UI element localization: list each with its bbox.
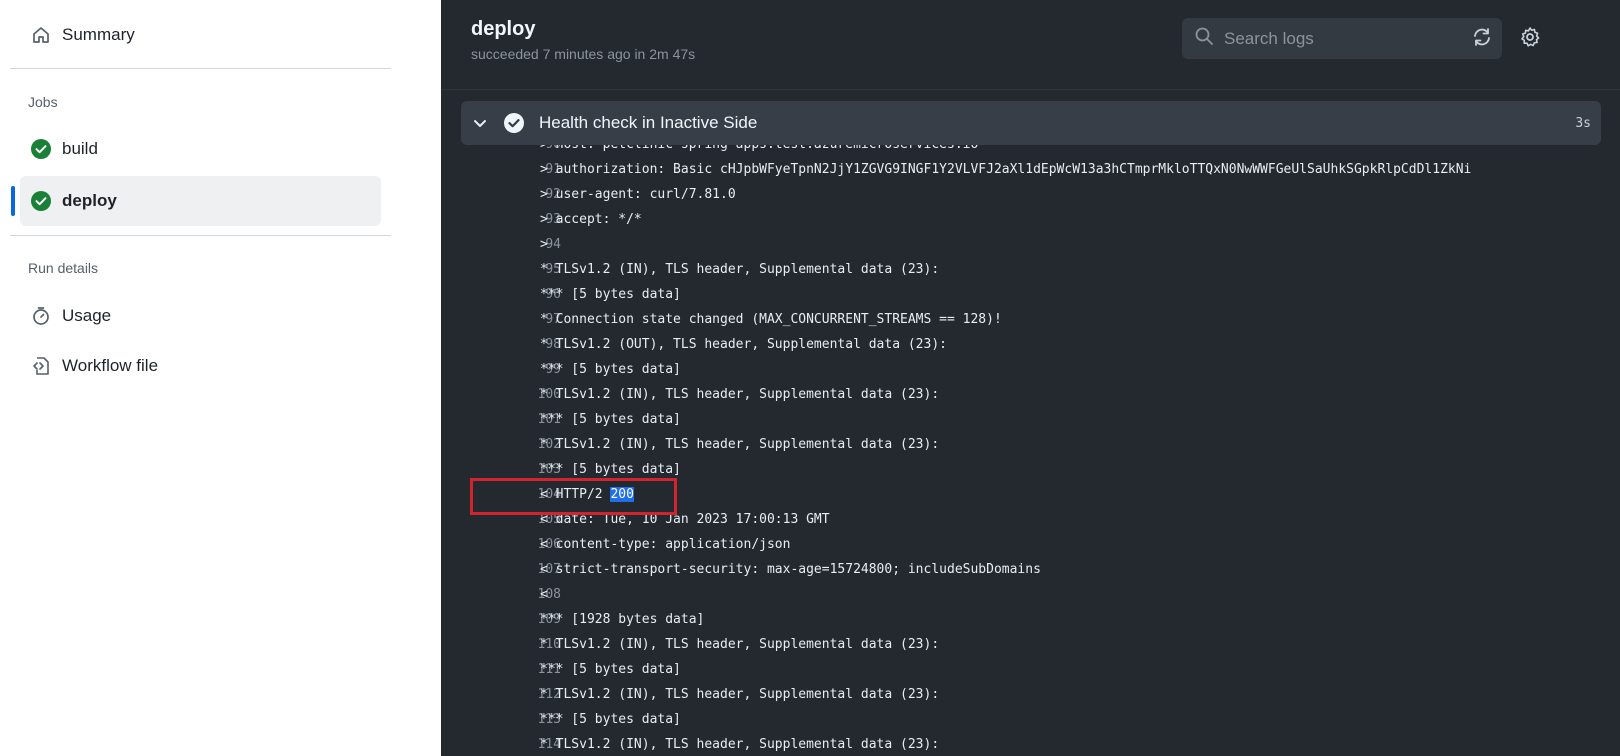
log-line: 99 *** [5 bytes data] [441,357,1620,382]
job-status-subtitle: succeeded 7 minutes ago in 2m 47s [471,46,696,62]
check-circle-icon [503,112,525,134]
header-divider [441,89,1620,90]
line-text: > [540,237,548,252]
home-icon [30,24,52,46]
usage-link[interactable]: Usage [20,291,381,341]
log-line: 95 * TLSv1.2 (IN), TLS header, Supplement… [441,257,1620,282]
log-line: 96 *** [5 bytes data] [441,282,1620,307]
line-text: * TLSv1.2 (IN), TLS header, Supplemental… [540,437,940,452]
step-title: Health check in Inactive Side [539,113,758,132]
annotation-highlight-box [470,478,677,515]
log-line: 97 * Connection state changed (MAX_CONCUR… [441,307,1620,332]
line-text: *** [5 bytes data] [540,362,681,377]
log-line: 98 * TLSv1.2 (OUT), TLS header, Supplemen… [441,332,1620,357]
line-text: < strict-transport-security: max-age=157… [540,562,1041,577]
line-text: *** [5 bytes data] [540,712,681,727]
line-text: > user-agent: curl/7.81.0 [540,187,736,202]
log-panel: deploy succeeded 7 minutes ago in 2m 47s… [441,0,1620,756]
log-line: 93 > accept: */* [441,207,1620,232]
line-text: * TLSv1.2 (IN), TLS header, Supplemental… [540,737,940,752]
line-text: *** [5 bytes data] [540,287,681,302]
log-line: 114 * TLSv1.2 (IN), TLS header, Supplemen… [441,732,1620,756]
line-text: *** [1928 bytes data] [540,612,705,627]
log-line: 109 *** [1928 bytes data] [441,607,1620,632]
run-details-section-label: Run details [28,260,99,276]
check-circle-icon [30,190,52,212]
log-line: 91 > authorization: Basic cHJpbWFyeTpnN2J… [441,157,1620,182]
sidebar: Summary Jobs build deploy Run details Us… [0,0,441,756]
refresh-button[interactable] [1467,24,1497,54]
summary-link[interactable]: Summary [20,10,381,60]
settings-button[interactable] [1515,24,1545,54]
log-line: 108 < [441,582,1620,607]
line-text: < content-type: application/json [540,537,791,552]
job-label: deploy [62,191,117,210]
stopwatch-icon [30,305,52,327]
sidebar-divider [10,68,391,69]
line-text: > accept: */* [540,212,642,227]
line-text: *** [5 bytes data] [540,662,681,677]
log-line: 106 < content-type: application/json [441,532,1620,557]
usage-label: Usage [62,306,112,325]
search-logs-input[interactable] [1224,28,1484,49]
log-line: 110 * TLSv1.2 (IN), TLS header, Supplemen… [441,632,1620,657]
log-output[interactable]: 90> Host: petclinic-spring-apps.test.azu… [441,145,1620,756]
log-line: 94 > [441,232,1620,257]
log-line: 112 * TLSv1.2 (IN), TLS header, Supplemen… [441,682,1620,707]
line-text: * TLSv1.2 (IN), TLS header, Supplemental… [540,637,940,652]
workflow-file-link[interactable]: Workflow file [20,341,381,391]
log-line: 102 * TLSv1.2 (IN), TLS header, Supplemen… [441,432,1620,457]
line-text: * TLSv1.2 (IN), TLS header, Supplemental… [540,262,940,277]
line-number: 108 [537,587,561,602]
sync-icon [1471,26,1493,53]
summary-label: Summary [62,25,135,44]
job-item-build[interactable]: build [20,124,381,174]
line-text: * TLSv1.2 (IN), TLS header, Supplemental… [540,687,940,702]
line-text: * TLSv1.2 (OUT), TLS header, Supplementa… [540,337,947,352]
log-line: 92 > user-agent: curl/7.81.0 [441,182,1620,207]
check-circle-icon [30,138,52,160]
log-line: 100 * TLSv1.2 (IN), TLS header, Supplemen… [441,382,1620,407]
log-line: 90> Host: petclinic-spring-apps.test.azu… [441,145,1620,157]
jobs-section-label: Jobs [28,94,58,110]
active-indicator [11,186,15,216]
file-code-icon [30,355,52,377]
job-title: deploy [471,18,536,40]
workflow-file-label: Workflow file [62,356,159,375]
log-line: 101 *** [5 bytes data] [441,407,1620,432]
search-icon [1194,26,1214,51]
job-item-deploy[interactable]: deploy [20,176,381,226]
line-text: < [540,587,548,602]
line-text: > Host: petclinic-spring-apps.test.azure… [540,145,978,157]
log-line: 113 *** [5 bytes data] [441,707,1620,732]
step-header[interactable]: Health check in Inactive Side 3s [461,101,1601,145]
job-label: build [62,139,98,158]
line-text: *** [5 bytes data] [540,412,681,427]
sidebar-divider [10,235,391,236]
line-number: 94 [545,237,561,252]
log-line: 111 *** [5 bytes data] [441,657,1620,682]
step-duration: 3s [1575,115,1591,131]
search-logs-box[interactable] [1182,18,1502,59]
gear-icon [1519,26,1541,53]
line-text: * Connection state changed (MAX_CONCURRE… [540,312,1002,327]
line-text: > authorization: Basic cHJpbWFyeTpnN2JjY… [540,162,1472,177]
line-text: * TLSv1.2 (IN), TLS header, Supplemental… [540,387,940,402]
log-line: 107 < strict-transport-security: max-age=… [441,557,1620,582]
chevron-down-icon[interactable] [461,115,499,131]
